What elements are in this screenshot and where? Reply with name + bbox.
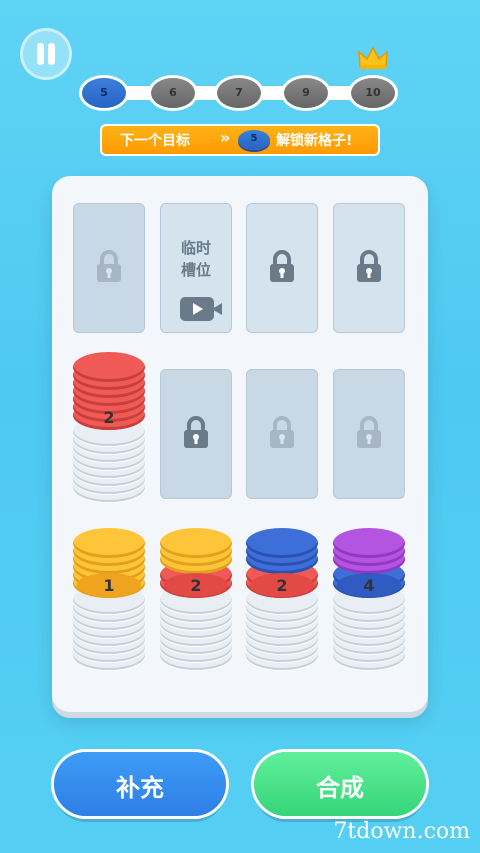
chip-stack[interactable]: 2: [73, 348, 145, 508]
lock-icon: [270, 416, 294, 448]
watermark: 7tdown.com: [333, 819, 470, 844]
next-goal-banner: 下一个目标 » 5 解锁新格子!: [100, 124, 380, 156]
chip-stack[interactable]: 2: [160, 516, 232, 676]
lock-icon: [184, 416, 208, 448]
lock-icon: [97, 250, 121, 282]
locked-slot[interactable]: [246, 203, 318, 333]
level-node: 6: [151, 78, 195, 108]
target-chip: 5: [238, 130, 270, 150]
lock-icon: [357, 250, 381, 282]
stack-count: 2: [250, 573, 314, 597]
stack-count: 2: [164, 573, 228, 597]
level-node: 7: [217, 78, 261, 108]
merge-button[interactable]: 合成: [254, 752, 426, 816]
level-node: 10: [351, 78, 395, 108]
refill-button[interactable]: 补充: [54, 752, 226, 816]
locked-slot[interactable]: [160, 369, 232, 499]
lock-icon: [357, 416, 381, 448]
level-node: 9: [284, 78, 328, 108]
chip-stack[interactable]: 2: [246, 516, 318, 676]
pause-button[interactable]: [20, 28, 72, 80]
locked-slot[interactable]: [73, 203, 145, 333]
lock-icon: [270, 250, 294, 282]
stack-count: 1: [77, 573, 141, 597]
locked-slot[interactable]: [246, 369, 318, 499]
crown-icon: [358, 46, 388, 69]
chip-stack[interactable]: 1: [73, 516, 145, 676]
video-icon: [180, 297, 222, 321]
temp-slot[interactable]: 临时 槽位: [160, 203, 232, 333]
level-node: 5: [82, 78, 126, 108]
temp-slot-label: 临时 槽位: [180, 239, 211, 279]
locked-slot[interactable]: [333, 369, 405, 499]
locked-slot[interactable]: [333, 203, 405, 333]
stack-count: 2: [103, 408, 115, 427]
corner-badge: [2, 2, 42, 22]
chip-stack[interactable]: 4: [333, 516, 405, 676]
game-board: 临时 槽位 2 1 2 2 4: [52, 176, 428, 712]
stack-count: 4: [337, 573, 401, 597]
